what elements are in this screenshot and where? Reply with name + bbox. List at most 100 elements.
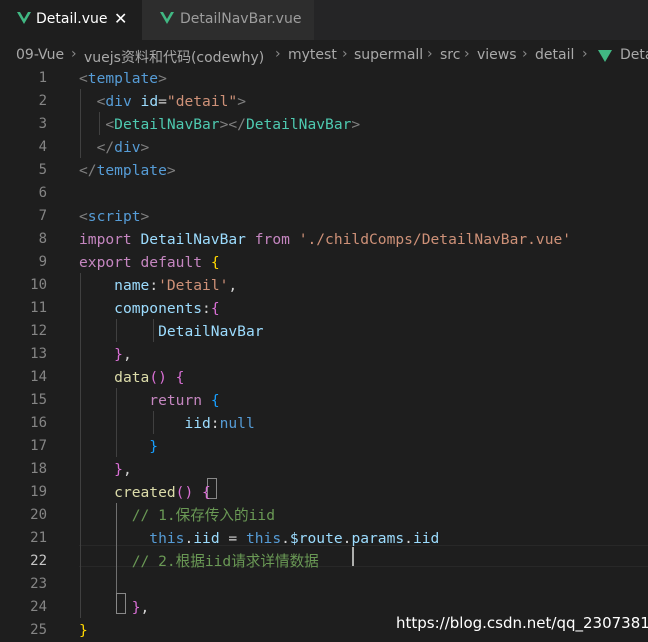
chevron-right-icon: › [582, 46, 588, 62]
code-line[interactable]: }, [79, 597, 150, 619]
code-token: , [140, 599, 150, 616]
code-token: iid [193, 530, 220, 547]
breadcrumb-item-detail[interactable]: detail [535, 47, 574, 63]
close-icon[interactable]: ✕ [114, 9, 127, 28]
vue-file-icon [598, 50, 612, 62]
code-token: { [210, 392, 220, 409]
line-number: 10 [30, 277, 47, 293]
code-line[interactable]: name:'Detail', [79, 275, 237, 297]
code-line[interactable]: </template> [79, 160, 176, 182]
code-token: script [87, 208, 141, 225]
code-token: id [140, 93, 159, 110]
code-line[interactable]: } [79, 436, 158, 458]
line-number: 19 [30, 484, 47, 500]
tab-label: DetailNavBar.vue [180, 11, 302, 27]
code-line[interactable]: // 1.保存传入的iid [79, 505, 275, 527]
breadcrumb-item-supermall[interactable]: supermall [354, 47, 423, 63]
line-number: 5 [38, 162, 47, 178]
code-line[interactable]: }, [79, 344, 132, 366]
code-line[interactable]: } [79, 620, 88, 642]
line-number: 25 [30, 622, 47, 638]
code-token: default [140, 254, 203, 271]
code-token: null [219, 415, 255, 432]
code-line[interactable]: components:{ [79, 298, 220, 320]
code-token: { [210, 300, 220, 317]
code-token: > [166, 162, 176, 179]
line-number: 1 [38, 70, 47, 86]
code-token: } [114, 346, 123, 363]
code-line[interactable]: <DetailNavBar></DetailNavBar> [79, 114, 360, 136]
code-token: "detail" [166, 93, 238, 110]
tab-label: Detail.vue [36, 11, 108, 27]
line-number: 20 [30, 507, 47, 523]
code-line[interactable]: DetailNavBar [79, 321, 264, 343]
code-token: data [114, 369, 150, 386]
code-token: iid [184, 415, 211, 432]
code-token: : [210, 415, 220, 432]
code-token: } [131, 599, 141, 616]
code-token: > [351, 116, 361, 133]
breadcrumb-item-views[interactable]: views [477, 47, 517, 63]
chevron-right-icon: › [71, 46, 77, 62]
code-line[interactable]: import DetailNavBar from './childComps/D… [79, 229, 571, 251]
vue-file-icon [17, 12, 31, 24]
code-token: , [228, 277, 238, 294]
code-token: , [122, 346, 132, 363]
code-token: export [79, 254, 132, 271]
line-number: 18 [30, 461, 47, 477]
code-line[interactable]: <template> [79, 68, 167, 90]
code-token: created [114, 484, 176, 501]
line-number: 11 [30, 300, 47, 316]
breadcrumb-item-mytest[interactable]: mytest [288, 47, 337, 63]
code-token: // 1.保存传入的iid [131, 507, 275, 524]
code-line[interactable]: // 2.根据iid请求详情数据 [79, 551, 319, 573]
code-token: . [184, 530, 194, 547]
code-line[interactable]: iid:null [79, 413, 255, 435]
code-token: = [158, 93, 167, 110]
code-line[interactable]: export default { [79, 252, 220, 274]
code-token: () [149, 369, 176, 386]
code-token: } [114, 461, 123, 478]
code-token: : [149, 277, 159, 294]
breadcrumb-item-vuejs[interactable]: vuejs资料和代码(codewhy) [84, 47, 264, 67]
code-editor[interactable]: 1 2 3 4 5 6 7 8 9 10 11 12 13 14 15 16 17 18 19 20 21 22 23 24 2… [0, 66, 648, 642]
breadcrumb-item-detail-file[interactable]: Deta [620, 47, 648, 63]
breadcrumb-item-09-vue[interactable]: 09-Vue [16, 47, 64, 63]
tab-detailnavbar-vue[interactable]: DetailNavBar.vue [142, 0, 314, 40]
code-line[interactable]: <script> [79, 206, 149, 228]
code-line[interactable]: </div> [79, 137, 150, 159]
code-line[interactable]: created() { [79, 482, 211, 504]
line-number: 21 [30, 530, 47, 546]
code-line[interactable]: return { [79, 390, 220, 412]
code-token: name [114, 277, 150, 294]
code-line[interactable]: }, [79, 459, 132, 481]
code-token: './childComps/DetailNavBar.vue' [298, 231, 572, 248]
chevron-right-icon: › [275, 46, 281, 62]
code-line[interactable]: this.iid = this.$route.params.iid [79, 528, 439, 550]
code-line[interactable]: data() { [79, 367, 184, 389]
code-line[interactable]: <div id="detail"> [79, 91, 246, 113]
breadcrumb-item-src[interactable]: src [440, 47, 460, 63]
code-token: this [149, 530, 185, 547]
tab-detail-vue[interactable]: Detail.vue ✕ [0, 0, 142, 40]
line-number: 3 [38, 116, 47, 132]
code-token: components [114, 300, 203, 317]
code-token: DetailNavBar [158, 323, 264, 340]
line-number: 23 [30, 576, 47, 592]
